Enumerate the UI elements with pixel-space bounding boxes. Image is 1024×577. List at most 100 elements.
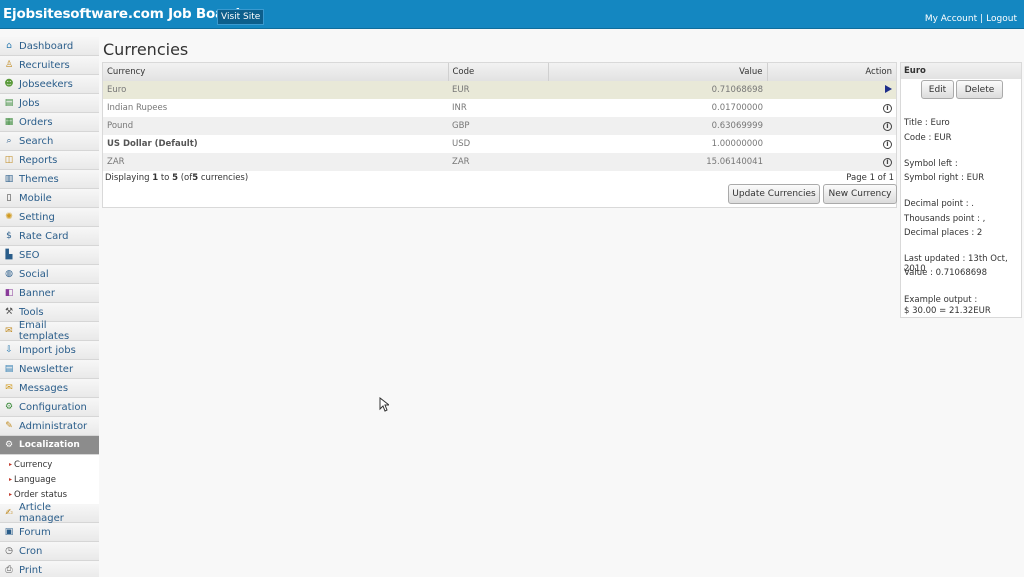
orders-icon: ▦: [4, 117, 14, 127]
sidebar-item-label: Setting: [19, 211, 55, 223]
sidebar-item-label: Tools: [19, 306, 44, 318]
detail-decimal-places: Decimal places : 2: [904, 228, 983, 238]
sidebar-item-recruiters[interactable]: ♙ Recruiters: [0, 56, 99, 75]
sidebar-item-label: Themes: [19, 173, 59, 185]
column-header-code[interactable]: Code: [448, 63, 549, 81]
sidebar-item-label: Forum: [19, 526, 51, 538]
bullet-arrow-icon: ▸: [9, 491, 13, 498]
sidebar-item-banner[interactable]: ◧ Banner: [0, 284, 99, 303]
sidebar-item-reports[interactable]: ◫ Reports: [0, 151, 99, 170]
configuration-icon: ⚙: [4, 402, 14, 412]
cell-currency: ZAR: [103, 153, 448, 171]
sidebar-item-seo[interactable]: ▙ SEO: [0, 246, 99, 265]
table-row[interactable]: Pound GBP 0.63069999 i: [103, 117, 896, 135]
submenu-item-language[interactable]: ▸ Language: [0, 472, 99, 487]
recruiter-icon: ♙: [4, 60, 14, 70]
sidebar-item-label: Jobs: [19, 97, 40, 109]
sidebar-item-messages[interactable]: ✉ Messages: [0, 379, 99, 398]
bullet-arrow-icon: ▸: [9, 461, 13, 468]
my-account-link[interactable]: My Account: [925, 14, 977, 24]
jobseekers-icon: ☻: [4, 79, 14, 89]
sidebar-item-article-manager[interactable]: ✍ Article manager: [0, 502, 99, 524]
forum-icon: ▣: [4, 527, 14, 537]
table-row[interactable]: ZAR ZAR 15.06140041 i: [103, 153, 896, 171]
info-icon[interactable]: i: [883, 140, 892, 149]
detail-symbol-left: Symbol left :: [904, 159, 958, 169]
column-header-currency[interactable]: Currency: [103, 63, 449, 81]
play-icon[interactable]: [885, 84, 892, 93]
sidebar-item-label: Social: [19, 268, 49, 280]
delete-button[interactable]: Delete: [956, 80, 1003, 99]
sidebar-item-social[interactable]: ◍ Social: [0, 265, 99, 284]
sidebar-item-import-jobs[interactable]: ⇩ Import jobs: [0, 341, 99, 360]
sidebar-item-cron[interactable]: ◷ Cron: [0, 542, 99, 561]
detail-thousands-point: Thousands point : ,: [904, 214, 986, 224]
sidebar-item-dashboard[interactable]: ⌂ Dashboard: [0, 37, 99, 56]
themes-icon: ▥: [4, 174, 14, 184]
seo-icon: ▙: [5, 250, 13, 260]
info-icon[interactable]: i: [883, 122, 892, 131]
sidebar-item-rate-card[interactable]: $ Rate Card: [0, 227, 99, 246]
sidebar-item-label: Rate Card: [19, 230, 69, 242]
sidebar-item-label: Dashboard: [19, 40, 74, 52]
cell-value: 1.00000000: [711, 139, 763, 149]
import-icon: ⇩: [5, 345, 13, 355]
account-links: My Account | Logout: [925, 14, 1017, 24]
cell-value: 0.71068698: [548, 81, 767, 99]
submenu-item-order-status[interactable]: ▸ Order status: [0, 487, 99, 502]
info-icon[interactable]: i: [883, 104, 892, 113]
mouse-cursor-icon: [379, 397, 389, 412]
table-row[interactable]: US Dollar (Default) USD 1.00000000 i: [103, 135, 896, 153]
page-info: Page 1 of 1: [846, 173, 894, 183]
logout-link[interactable]: Logout: [986, 14, 1017, 24]
sidebar-item-email-templates[interactable]: ✉ Email templates: [0, 320, 99, 342]
sidebar-item-themes[interactable]: ▥ Themes: [0, 170, 99, 189]
new-currency-button[interactable]: New Currency: [823, 184, 897, 204]
sidebar-item-label: Recruiters: [19, 59, 70, 71]
displaying-info: Displaying 1 to 5 (of5 currencies): [105, 173, 249, 183]
sidebar-item-localization[interactable]: ⚙ Localization: [0, 436, 99, 455]
cell-code: ZAR: [448, 153, 548, 171]
reports-icon: ◫: [4, 155, 14, 165]
cell-code: USD: [452, 139, 471, 149]
cell-currency: Indian Rupees: [107, 103, 168, 113]
sidebar: ⌂ Dashboard ♙ Recruiters ☻ Jobseekers ▤ Jobs ▦ Or…: [0, 37, 99, 577]
info-icon[interactable]: i: [883, 158, 892, 167]
update-currencies-button[interactable]: Update Currencies: [728, 184, 820, 204]
submenu-item-currency[interactable]: ▸ Currency: [0, 457, 99, 472]
localization-icon: ⚙: [4, 440, 14, 450]
sidebar-item-search[interactable]: ⌕ Search: [0, 132, 99, 151]
visit-site-button[interactable]: Visit Site: [217, 9, 265, 25]
sidebar-item-mobile[interactable]: ▯ Mobile: [0, 189, 99, 208]
sidebar-item-label: Configuration: [19, 401, 87, 413]
detail-title-line: Title : Euro: [904, 118, 950, 128]
column-header-action: Action: [767, 63, 896, 81]
sidebar-item-jobs[interactable]: ▤ Jobs: [0, 94, 99, 113]
detail-decimal-point: Decimal point : .: [904, 199, 975, 209]
sidebar-item-orders[interactable]: ▦ Orders: [0, 113, 99, 132]
cell-code: INR: [452, 103, 467, 113]
globe-icon: ◍: [5, 269, 13, 279]
messages-icon: ✉: [5, 383, 13, 393]
sidebar-item-newsletter[interactable]: ▤ Newsletter: [0, 360, 99, 379]
sidebar-item-forum[interactable]: ▣ Forum: [0, 523, 99, 542]
cell-value: 0.63069999: [548, 117, 767, 135]
sidebar-item-label: Jobseekers: [19, 78, 73, 90]
edit-button[interactable]: Edit: [921, 80, 954, 99]
column-header-value[interactable]: Value: [548, 63, 768, 81]
table-row[interactable]: Indian Rupees INR 0.01700000 i: [103, 99, 896, 117]
sidebar-item-print[interactable]: ⎙ Print: [0, 561, 99, 577]
sidebar-item-administrator[interactable]: ✎ Administrator: [0, 417, 99, 436]
cell-action: i: [767, 117, 896, 135]
bullet-arrow-icon: ▸: [9, 476, 13, 483]
sidebar-item-label: Newsletter: [19, 363, 74, 375]
detail-symbol-right: Symbol right : EUR: [904, 173, 985, 183]
sidebar-item-setting[interactable]: ✺ Setting: [0, 208, 99, 227]
detail-title: Euro: [901, 63, 1021, 79]
detail-example-label: Example output :: [904, 295, 978, 305]
sidebar-item-label: Orders: [19, 116, 53, 128]
sidebar-item-jobseekers[interactable]: ☻ Jobseekers: [0, 75, 99, 94]
newsletter-icon: ▤: [4, 364, 14, 374]
sidebar-item-configuration[interactable]: ⚙ Configuration: [0, 398, 99, 417]
table-row[interactable]: Euro EUR 0.71068698: [103, 81, 896, 99]
